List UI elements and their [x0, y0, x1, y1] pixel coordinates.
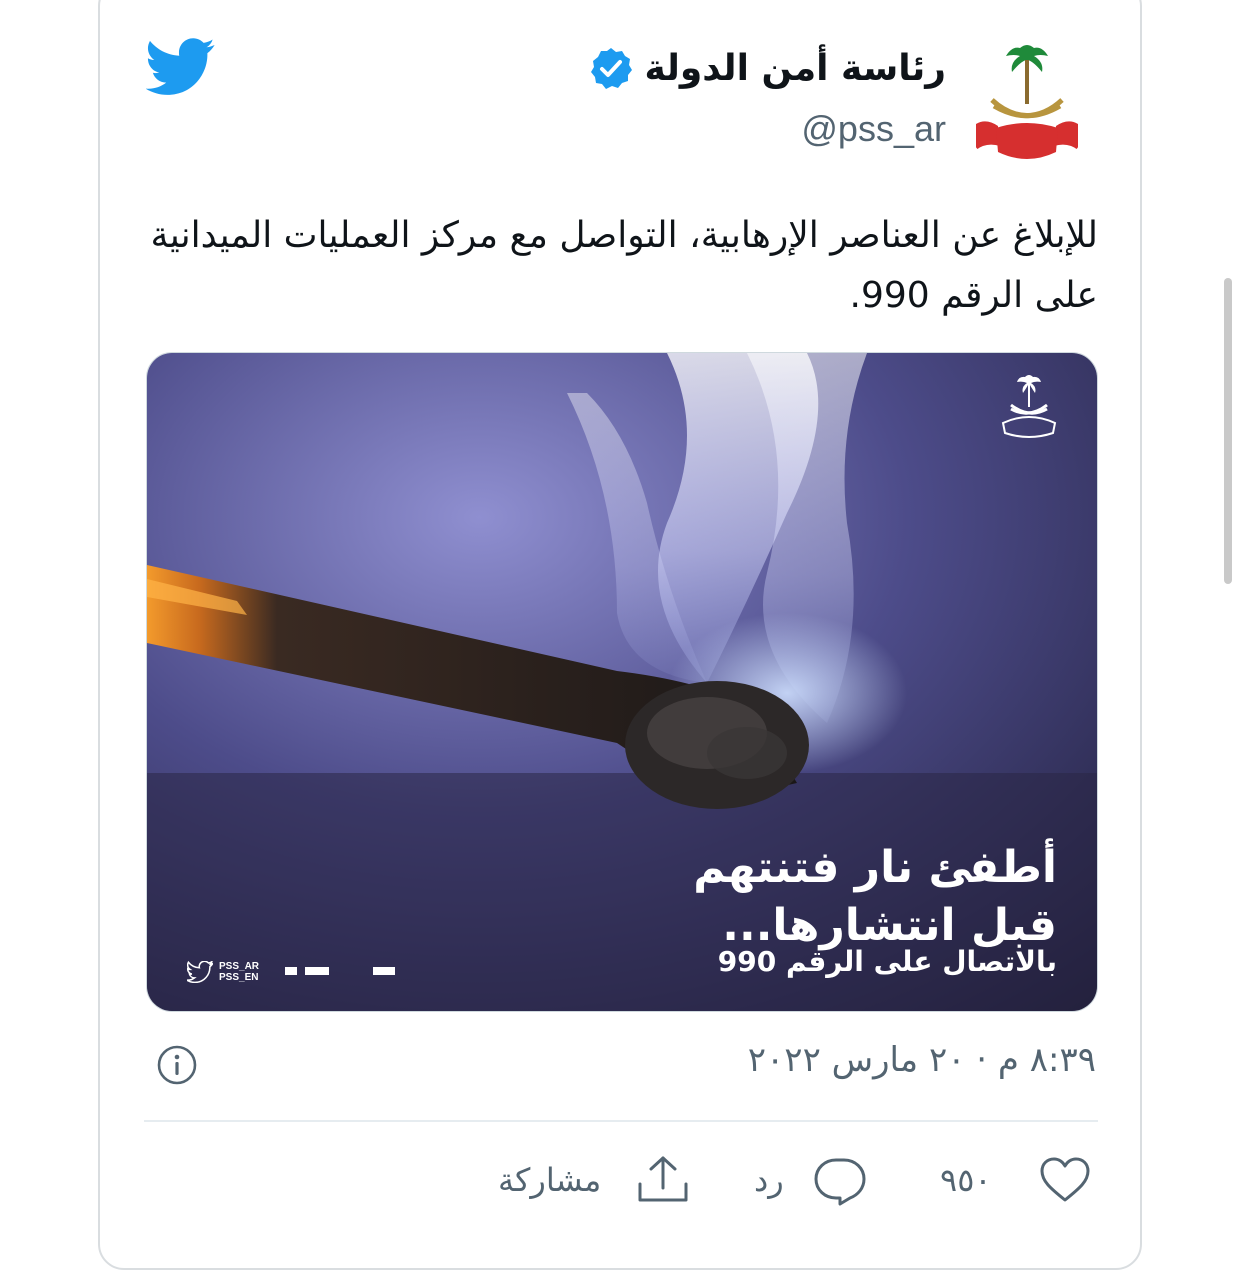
like-action[interactable]: ٩٥٠	[940, 1150, 992, 1210]
verified-badge-icon	[590, 48, 632, 89]
reply-action[interactable]: رد	[754, 1150, 784, 1210]
share-icon[interactable]	[636, 1154, 690, 1206]
emblem-logo	[976, 45, 1078, 159]
divider	[144, 1120, 1098, 1122]
emblem-logo-small	[1001, 375, 1057, 438]
heart-icon[interactable]	[1038, 1154, 1092, 1208]
tweet-text: للإبلاغ عن العناصر الإرهابية، التواصل مع…	[138, 206, 1098, 326]
share-action[interactable]: مشاركة	[498, 1150, 601, 1210]
reply-icon[interactable]	[812, 1154, 868, 1208]
reply-label: رد	[754, 1161, 784, 1199]
display-name-text[interactable]: رئاسة أمن الدولة	[645, 48, 946, 89]
decorative-dash	[373, 967, 395, 975]
twitter-bird-icon	[187, 961, 213, 983]
decorative-dash	[305, 967, 329, 975]
media-headline: أطفئ نار فتنتهم قبل انتشارها...	[693, 839, 1057, 955]
user-handle[interactable]: @pss_ar	[801, 108, 946, 150]
tweet-text-line: على الرقم 990.	[849, 275, 1098, 316]
avatar[interactable]	[962, 42, 1092, 172]
media-handle-en: PSS_EN	[219, 972, 259, 983]
media-handle-ar: PSS_AR	[219, 961, 260, 972]
tweet-timestamp[interactable]: ٨:٣٩ م · ٢٠ مارس ٢٠٢٢	[748, 1040, 1096, 1080]
info-icon[interactable]	[156, 1044, 198, 1086]
like-count: ٩٥٠	[940, 1161, 992, 1199]
media-handles: PSS_AR PSS_EN	[219, 961, 259, 983]
tweet-media-image[interactable]: أطفئ نار فتنتهم قبل انتشارها... بالاتصال…	[146, 352, 1098, 1012]
media-subline: بالاتصال على الرقم 990	[717, 945, 1057, 978]
decorative-dash	[285, 967, 297, 975]
tweet-text-line: للإبلاغ عن العناصر الإرهابية، التواصل مع…	[150, 215, 1098, 256]
display-name[interactable]: رئاسة أمن الدولة	[589, 46, 946, 90]
scrollbar[interactable]	[1224, 278, 1232, 584]
media-headline-line: أطفئ نار فتنتهم	[693, 842, 1057, 893]
twitter-bird-icon[interactable]	[146, 38, 216, 96]
share-label: مشاركة	[498, 1161, 602, 1199]
